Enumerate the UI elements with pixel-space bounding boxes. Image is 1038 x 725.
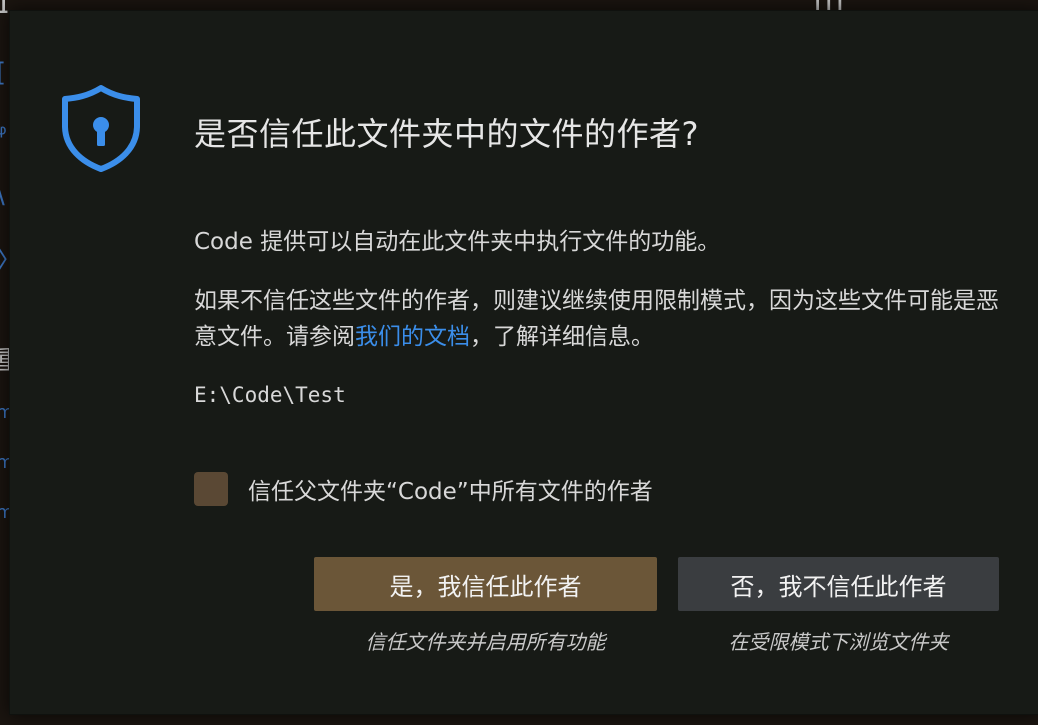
shield-lock-icon [62,85,140,172]
trust-parent-option[interactable]: 信任父文件夹“Code”中所有文件的作者 [194,472,653,506]
trust-parent-label[interactable]: 信任父文件夹“Code”中所有文件的作者 [248,472,653,506]
trust-button-caption: 信任文件夹并启用所有功能 [365,630,606,654]
dont-trust-button-caption: 在受限模式下浏览文件夹 [728,630,949,654]
trust-parent-checkbox[interactable] [194,472,228,506]
docs-link[interactable]: 我们的文档 [355,324,470,350]
dont-trust-button[interactable]: 否，我不信任此作者 [678,557,999,611]
bg-glyph: [ [0,58,6,88]
folder-path: E:\Code\Test [194,383,346,407]
dialog-title: 是否信任此文件夹中的文件的作者? [194,115,699,153]
trust-button[interactable]: 是，我信任此作者 [314,557,657,611]
warning-text-after: ，了解详细信息。 [470,324,654,350]
bg-glyph: ᵠ [0,120,7,150]
dialog-warning: 如果不信任这些文件的作者，则建议继续使用限制模式，因为这些文件可能是恶意文件。请… [194,283,1014,355]
bg-top-glyph: ɪ [0,0,10,21]
dialog-description: Code 提供可以自动在此文件夹中执行文件的功能。 [194,229,721,255]
bg-glyph: \ [0,180,5,210]
workspace-trust-dialog: 是否信任此文件夹中的文件的作者? Code 提供可以自动在此文件夹中执行文件的功… [9,10,1038,715]
